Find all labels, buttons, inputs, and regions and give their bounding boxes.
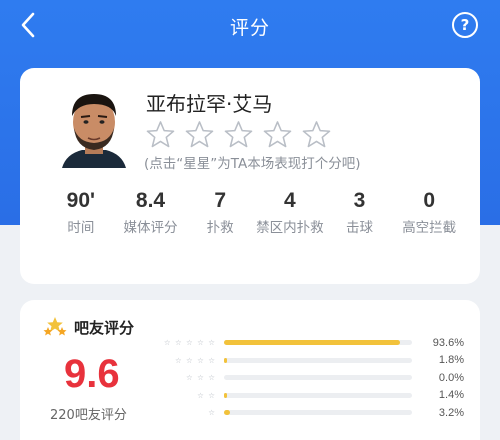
stat-value: 4 bbox=[284, 189, 296, 212]
page-title: 评分 bbox=[229, 16, 270, 39]
distribution-row-1: ☆ 3.2% bbox=[160, 404, 470, 422]
stat-value: 8.4 bbox=[135, 189, 166, 212]
distribution-bar-track bbox=[224, 375, 412, 381]
stat-value: 0 bbox=[423, 189, 436, 212]
distribution-bar-fill bbox=[224, 340, 400, 346]
star-1-icon[interactable] bbox=[146, 120, 175, 149]
star-3-icon[interactable] bbox=[224, 120, 253, 149]
row-stars-icon: ☆ ☆ ☆ ☆ bbox=[174, 355, 216, 365]
stat-label: 扑救 bbox=[206, 220, 234, 236]
top-bar: 评分 ? bbox=[0, 0, 500, 52]
distribution-percent: 1.4% bbox=[438, 389, 464, 402]
stat-high-claims: 0 高空拦截 bbox=[394, 186, 464, 238]
rating-stars bbox=[146, 120, 331, 149]
rating-distribution: ☆ ☆ ☆ ☆ ☆ 93.6% ☆ ☆ ☆ ☆ 1.8% ☆ ☆ ☆ 0.0% … bbox=[160, 334, 470, 422]
distribution-row-3: ☆ ☆ ☆ 0.0% bbox=[160, 369, 470, 387]
chevron-left-icon bbox=[21, 12, 35, 38]
stat-value: 7 bbox=[214, 189, 227, 212]
distribution-bar-fill bbox=[224, 357, 228, 363]
row-stars-icon: ☆ ☆ bbox=[197, 390, 216, 400]
fan-rating-title: 吧友评分 bbox=[74, 318, 135, 337]
stat-label: 时间 bbox=[67, 220, 95, 236]
distribution-row-4: ☆ ☆ ☆ ☆ 1.8% bbox=[160, 352, 470, 370]
help-button[interactable]: ? bbox=[452, 12, 478, 38]
distribution-bar-fill bbox=[224, 410, 231, 416]
stat-label: 媒体评分 bbox=[123, 220, 178, 236]
fan-rating-card: 吧友评分 9.6 220吧友评分 ☆ ☆ ☆ ☆ ☆ 93.6% ☆ ☆ ☆ ☆… bbox=[20, 300, 480, 440]
fan-rating-header: 吧友评分 bbox=[42, 316, 134, 338]
stat-saves: 7 扑救 bbox=[185, 186, 255, 238]
star-5-icon[interactable] bbox=[302, 120, 331, 149]
question-icon: ? bbox=[460, 16, 470, 34]
row-stars-icon: ☆ ☆ ☆ bbox=[186, 373, 216, 383]
distribution-bar-track bbox=[224, 340, 412, 346]
stat-media-rating: 8.4 媒体评分 bbox=[116, 186, 186, 238]
back-button[interactable] bbox=[14, 10, 42, 40]
stats-row: 90' 时间 8.4 媒体评分 7 扑救 4 禁区内扑救 3 击球 0 高空拦截 bbox=[20, 186, 480, 238]
star-2-icon[interactable] bbox=[185, 120, 214, 149]
star-4-icon[interactable] bbox=[263, 120, 292, 149]
distribution-percent: 0.0% bbox=[438, 371, 464, 384]
rating-hint: (点击“星星”为TA本场表现打个分吧) bbox=[144, 156, 361, 172]
player-avatar bbox=[52, 82, 136, 168]
stat-label: 高空拦截 bbox=[402, 220, 457, 236]
player-name: 亚布拉罕·艾马 bbox=[146, 92, 273, 116]
stat-label: 禁区内扑救 bbox=[256, 220, 324, 236]
row-stars-icon: ☆ ☆ ☆ ☆ ☆ bbox=[163, 338, 216, 348]
distribution-percent: 3.2% bbox=[438, 406, 464, 419]
fan-vote-count: 220吧友评分 bbox=[50, 408, 127, 423]
stat-box-saves: 4 禁区内扑救 bbox=[255, 186, 325, 238]
distribution-bar-track bbox=[224, 357, 412, 363]
stat-label: 击球 bbox=[346, 220, 374, 236]
distribution-bar-track bbox=[224, 410, 412, 416]
distribution-bar-track bbox=[224, 392, 412, 398]
distribution-percent: 1.8% bbox=[438, 354, 464, 367]
fan-average-score: 9.6 bbox=[64, 352, 120, 396]
stat-value: 90' bbox=[66, 189, 96, 212]
stars-cluster-icon bbox=[43, 317, 67, 336]
stat-value: 3 bbox=[353, 189, 366, 212]
distribution-percent: 93.6% bbox=[432, 336, 464, 349]
distribution-bar-fill bbox=[224, 392, 227, 398]
stat-minutes: 90' 时间 bbox=[46, 186, 116, 238]
distribution-row-5: ☆ ☆ ☆ ☆ ☆ 93.6% bbox=[160, 334, 470, 352]
stat-punches: 3 击球 bbox=[325, 186, 395, 238]
row-stars-icon: ☆ bbox=[208, 408, 216, 418]
distribution-row-2: ☆ ☆ 1.4% bbox=[160, 387, 470, 405]
player-card: 亚布拉罕·艾马 (点击“星星”为TA本场表现打个分吧) 90' 时间 8.4 媒… bbox=[20, 68, 480, 284]
